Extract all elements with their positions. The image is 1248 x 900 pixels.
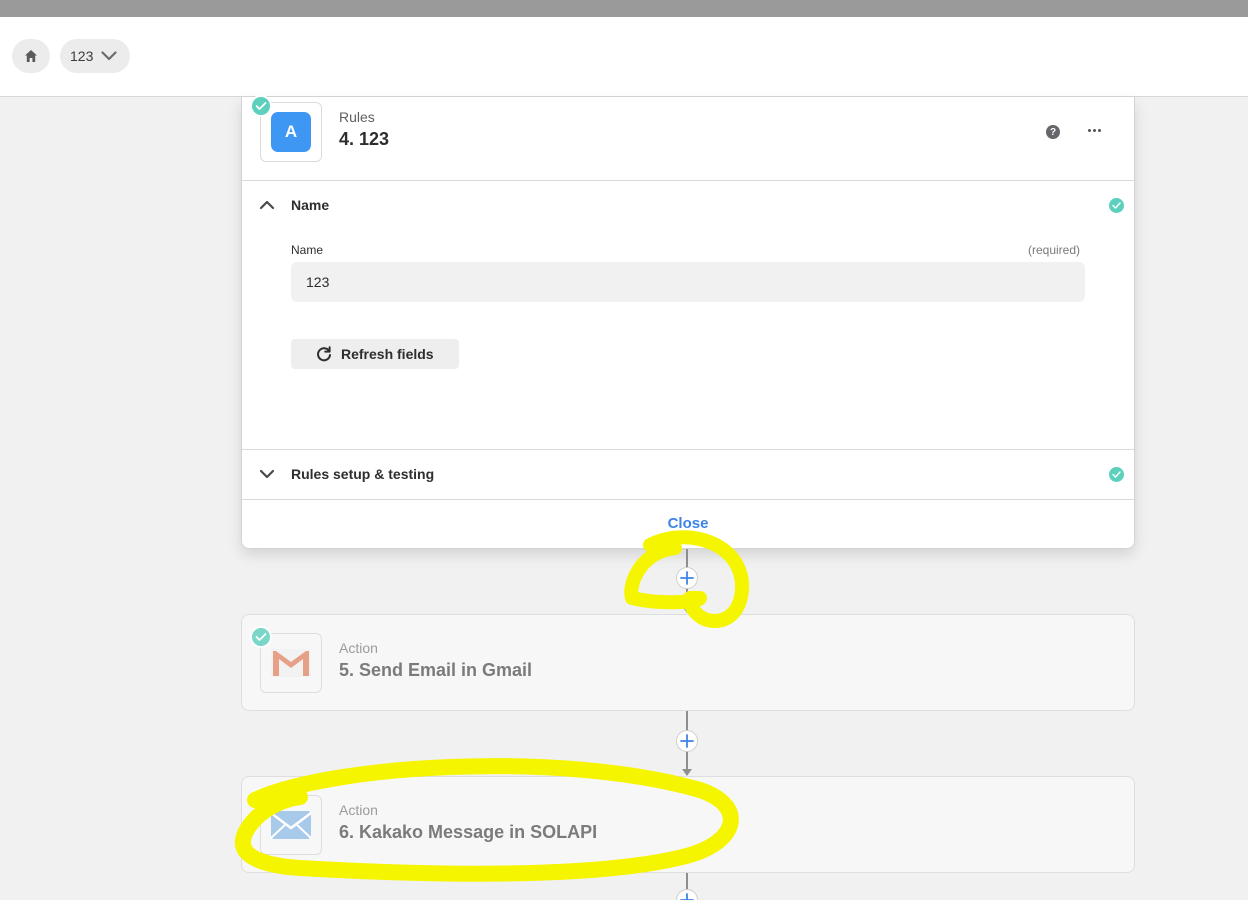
step-card-solapi[interactable]: Action 6. Kakako Message in SOLAPI bbox=[241, 776, 1135, 873]
breadcrumb-label: 123 bbox=[70, 48, 94, 64]
chevron-down-icon bbox=[259, 469, 275, 479]
section-complete-check-icon bbox=[1109, 467, 1124, 482]
refresh-fields-label: Refresh fields bbox=[341, 346, 434, 362]
step-title: 5. Send Email in Gmail bbox=[339, 660, 533, 680]
step-complete-check-icon bbox=[250, 788, 272, 810]
section-complete-check-icon bbox=[1109, 198, 1124, 213]
chevron-down-icon bbox=[101, 51, 117, 61]
plus-icon bbox=[680, 893, 694, 900]
name-input[interactable]: 123 bbox=[291, 262, 1085, 302]
refresh-icon bbox=[317, 346, 331, 362]
add-step-button[interactable] bbox=[676, 730, 698, 752]
arrow-down-icon bbox=[682, 769, 692, 776]
step-kind-label: Action bbox=[339, 640, 378, 656]
add-step-button[interactable] bbox=[676, 889, 698, 900]
solapi-message-icon bbox=[270, 811, 312, 839]
step-kind-label: Action bbox=[339, 802, 378, 818]
name-field-label: Name bbox=[291, 243, 324, 257]
rules-app-icon: A bbox=[271, 112, 311, 152]
plus-icon bbox=[680, 734, 694, 748]
section-rules-setup-title: Rules setup & testing bbox=[291, 466, 435, 482]
rules-step-panel: A Rules 4. 123 ? Name Name (required) 12… bbox=[241, 95, 1135, 549]
add-step-button[interactable] bbox=[676, 567, 698, 589]
close-button[interactable]: Close bbox=[242, 515, 1134, 532]
step-card-gmail[interactable]: Action 5. Send Email in Gmail bbox=[241, 614, 1135, 711]
section-name-title: Name bbox=[291, 197, 330, 213]
step-title: 6. Kakako Message in SOLAPI bbox=[339, 822, 598, 842]
arrow-down-icon bbox=[682, 606, 692, 613]
header-bar: 123 bbox=[0, 17, 1248, 97]
divider bbox=[242, 499, 1134, 500]
step-title: 4. 123 bbox=[339, 129, 390, 149]
home-icon bbox=[25, 50, 37, 62]
required-indicator: (required) bbox=[1028, 243, 1081, 257]
section-name-header[interactable]: Name bbox=[242, 181, 1134, 229]
step-complete-check-icon bbox=[250, 95, 272, 117]
more-horizontal-icon[interactable] bbox=[1085, 121, 1103, 139]
step-complete-check-icon bbox=[250, 626, 272, 648]
chevron-up-icon bbox=[259, 200, 275, 210]
step-kind-label: Rules bbox=[339, 109, 375, 125]
section-rules-setup-header[interactable]: Rules setup & testing bbox=[242, 450, 1134, 498]
gmail-icon bbox=[271, 649, 311, 677]
refresh-fields-button[interactable]: Refresh fields bbox=[291, 339, 459, 369]
breadcrumb-zap-selector[interactable]: 123 bbox=[60, 39, 130, 73]
plus-icon bbox=[680, 571, 694, 585]
top-strip bbox=[0, 0, 1248, 17]
home-button[interactable] bbox=[12, 39, 50, 73]
question-circle-icon[interactable]: ? bbox=[1046, 125, 1060, 139]
